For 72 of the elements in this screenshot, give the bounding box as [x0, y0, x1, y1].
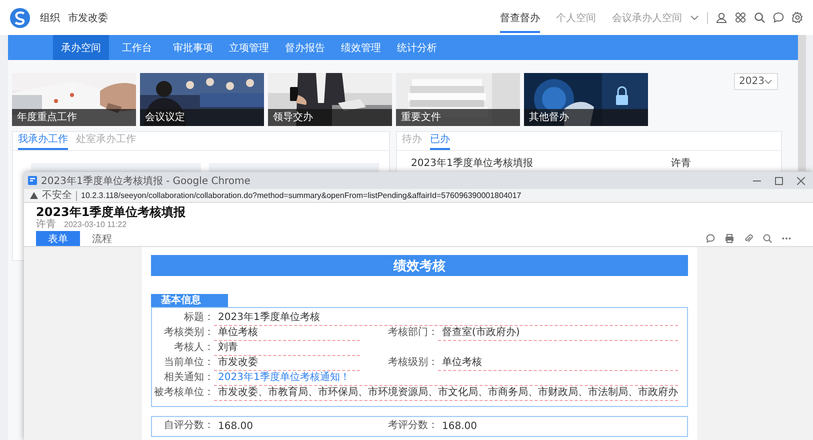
year-select[interactable]: 2023 [734, 73, 778, 90]
field-value: 市发改委 [214, 356, 360, 371]
item-title[interactable]: 2023年1季度单位考核填报 [411, 156, 533, 170]
nav-item[interactable]: 督办报告 [277, 35, 333, 60]
space-tab[interactable]: 会议承办人空间 [612, 2, 682, 32]
field-label: 考核类别： [163, 326, 214, 340]
banner-caption[interactable]: 年度重点工作 [12, 109, 136, 126]
chevron-down-icon [764, 78, 773, 84]
field-value: 督查室(市政府办) [438, 326, 678, 341]
panel-tab[interactable]: 我承办工作 [18, 132, 68, 150]
paperclip-icon[interactable] [744, 234, 753, 243]
field-label: 考核级别： [387, 356, 438, 370]
item-person: 许青 [671, 156, 691, 170]
warning-icon [30, 192, 38, 199]
url-text: 10.2.3.118/seeyon/collaboration/collaboration.do?method=summary&openFrom=listPending&affairId=576096390001804017 [81, 191, 522, 200]
field-label: 被考核单位： [153, 386, 214, 400]
panel-tab[interactable]: 处室承办工作 [76, 132, 136, 150]
close-icon[interactable] [797, 176, 805, 184]
user-icon[interactable] [716, 12, 727, 23]
scrollbar[interactable] [798, 35, 806, 171]
field-label: 考评分数： [387, 419, 438, 433]
window-title: 2023年1季度单位考核填报 - Google Chrome [41, 174, 250, 188]
panel-tab[interactable]: 待办 [402, 132, 422, 150]
security-label: 不安全 [42, 190, 77, 200]
comment-icon[interactable] [706, 234, 715, 243]
chat-icon[interactable] [773, 12, 784, 23]
nav-item[interactable]: 承办空间 [53, 35, 109, 60]
nav-item[interactable]: 工作台 [109, 35, 165, 60]
org-name: 市发改委 [68, 12, 108, 24]
document-date: 2023-03-10 11:22 [64, 219, 127, 230]
field-value: 市发改委、市教育局、市环保局、市环境资源局、市文化局、市商务局、市财政局、市法制局、市政府办 [214, 386, 678, 401]
print-icon[interactable] [725, 234, 734, 243]
nav-item[interactable]: 审批事项 [165, 35, 221, 60]
field-value: 单位考核 [214, 326, 360, 341]
field-label: 当前单位： [163, 356, 214, 370]
search-icon[interactable] [763, 234, 772, 243]
field-value: 168.00 [217, 420, 254, 434]
author-name: 许青 [36, 219, 56, 230]
maximize-icon[interactable] [775, 176, 783, 184]
field-label: 考核人： [173, 341, 214, 355]
banner-caption[interactable]: 会议议定 [140, 109, 264, 126]
banner-caption[interactable]: 重要文件 [396, 109, 520, 126]
field-label: 标题： [183, 311, 214, 325]
more-icon[interactable] [782, 237, 791, 240]
nav-item[interactable]: 立项管理 [221, 35, 277, 60]
space-tab[interactable]: 督查督办 [500, 2, 540, 32]
space-tab[interactable]: 个人空间 [556, 2, 596, 32]
logo-icon [10, 8, 30, 28]
document-title: 2023年1季度单位考核填报 [36, 205, 187, 219]
form-header: 绩效考核 [151, 255, 688, 276]
nav-item[interactable]: 绩效管理 [333, 35, 389, 60]
banner-caption[interactable]: 领导交办 [268, 109, 392, 126]
settings-icon[interactable] [792, 12, 803, 23]
notice-link[interactable]: 2023年1季度单位考核通知！ [214, 371, 678, 386]
field-value: 单位考核 [438, 356, 678, 371]
field-label: 相关通知： [163, 371, 214, 385]
panel-tab[interactable]: 已办 [430, 132, 450, 150]
field-value: 2023年1季度单位考核 [214, 311, 678, 326]
field-label: 考核部门： [387, 326, 438, 340]
form-tab[interactable]: 表单 [36, 231, 80, 246]
field-label: 自评分数： [163, 419, 214, 433]
nav-item[interactable]: 统计分析 [389, 35, 445, 60]
search-icon[interactable] [754, 12, 765, 23]
app-icon [28, 176, 37, 185]
field-value: 168.00 [441, 420, 478, 434]
org-label: 组织 [40, 12, 60, 24]
field-value: 刘青 [214, 341, 360, 356]
form-tab[interactable]: 流程 [80, 231, 124, 246]
apps-icon[interactable] [735, 12, 746, 23]
banner-caption[interactable]: 其他督办 [524, 109, 648, 126]
address-bar[interactable]: 不安全 10.2.3.118/seeyon/collaboration/collaboration.do?method=summary&openFrom=listPending&affairId=576096390001804017 [24, 189, 813, 203]
chevron-down-icon[interactable] [690, 14, 699, 20]
